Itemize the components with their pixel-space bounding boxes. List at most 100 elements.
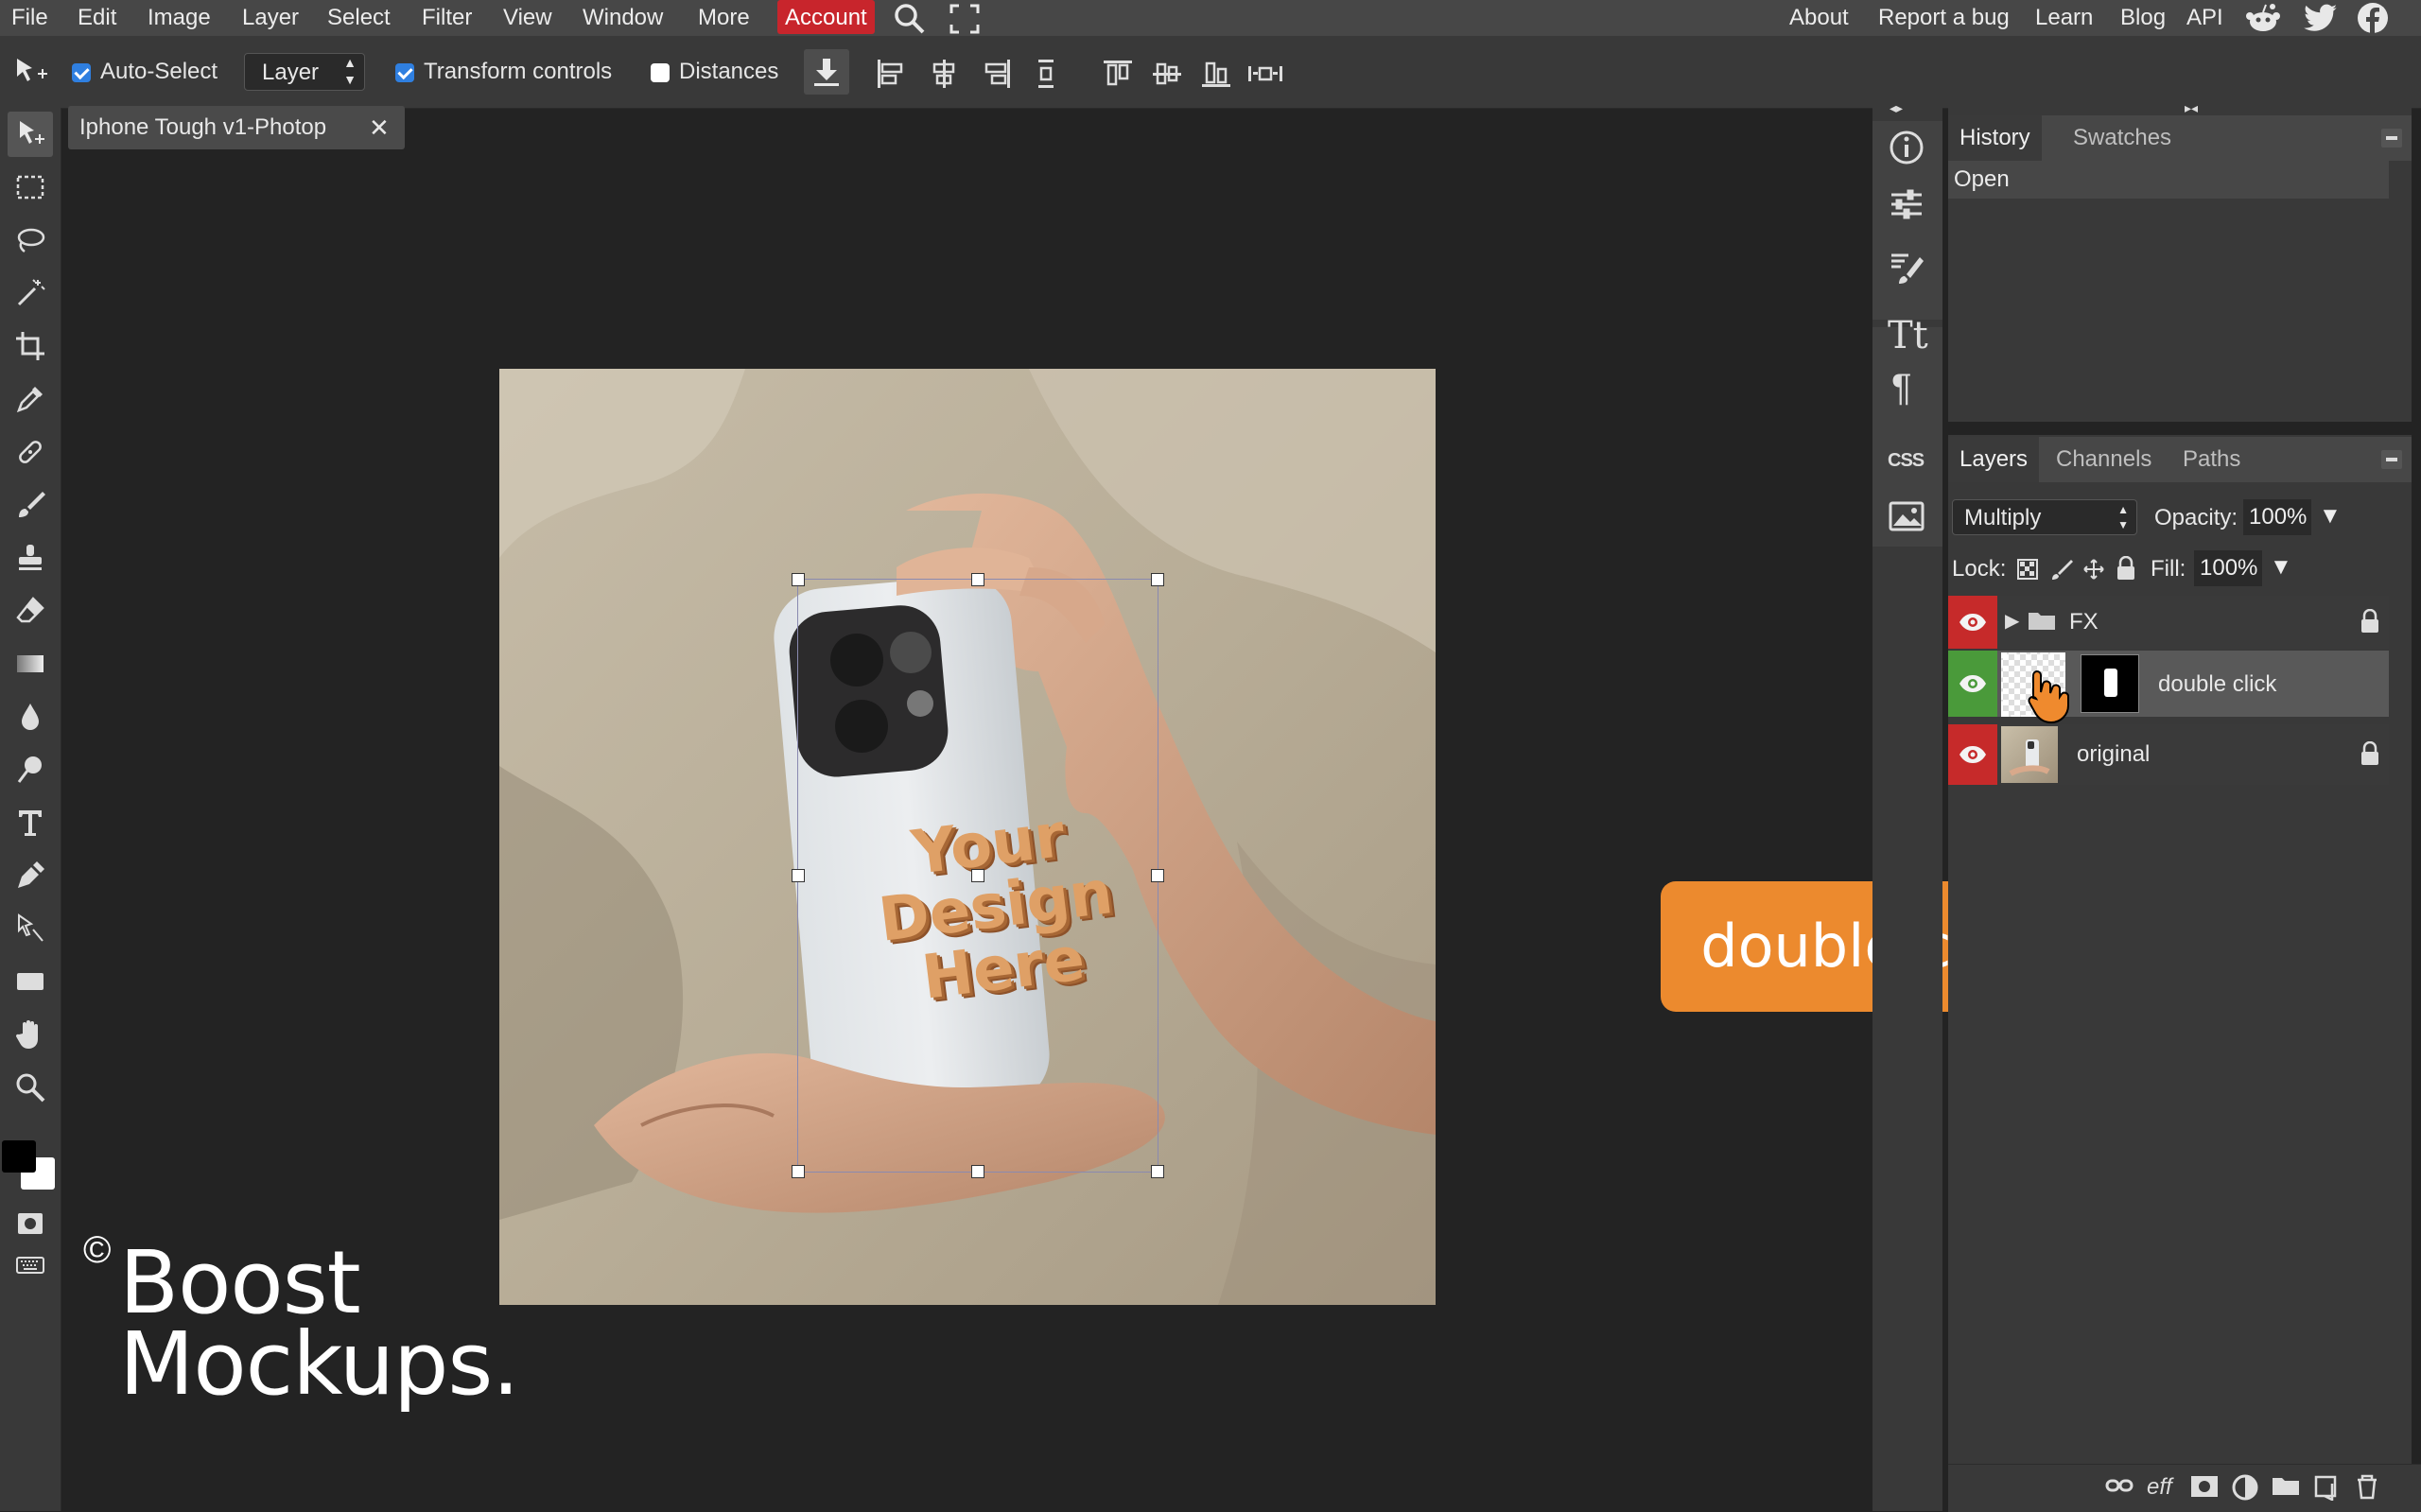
- menu-window[interactable]: Window: [577, 0, 669, 36]
- crop-tool-icon[interactable]: [8, 323, 53, 369]
- blend-mode-select[interactable]: Multiply ▲ ▼: [1952, 499, 2137, 535]
- pen-tool-icon[interactable]: [8, 853, 53, 898]
- facebook-icon[interactable]: [2357, 2, 2389, 34]
- menu-edit[interactable]: Edit: [72, 0, 122, 36]
- color-swatches[interactable]: [2, 1137, 59, 1193]
- menu-filter[interactable]: Filter: [416, 0, 478, 36]
- menu-api[interactable]: API: [2181, 0, 2229, 36]
- auto-select-checkbox[interactable]: Auto-Select: [72, 59, 218, 85]
- menu-more[interactable]: More: [692, 0, 756, 36]
- history-item[interactable]: Open: [1948, 161, 2389, 199]
- tab-paths[interactable]: Paths: [2171, 437, 2252, 482]
- transform-bounding-box[interactable]: [792, 573, 1164, 1178]
- opacity-dropdown-icon[interactable]: ▼: [2319, 503, 2342, 530]
- lock-all-icon[interactable]: [2115, 555, 2137, 585]
- info-icon[interactable]: [1888, 129, 1925, 171]
- document-canvas[interactable]: Your Design Here: [499, 369, 1436, 1305]
- quick-mask-icon[interactable]: [8, 1201, 53, 1246]
- character-icon[interactable]: Tt: [1888, 314, 1928, 357]
- align-middle-icon[interactable]: [1150, 57, 1184, 96]
- opacity-input[interactable]: 100%: [2243, 499, 2311, 535]
- menu-report-bug[interactable]: Report a bug: [1872, 0, 2015, 36]
- distribute-vertical-icon[interactable]: [1029, 57, 1063, 96]
- menu-file[interactable]: File: [6, 0, 54, 36]
- document-tab[interactable]: Iphone Tough v1-Photop ✕: [68, 106, 405, 149]
- delete-layer-icon[interactable]: [2353, 1472, 2381, 1505]
- zoom-tool-icon[interactable]: [8, 1065, 53, 1110]
- lock-position-icon[interactable]: [2082, 558, 2105, 585]
- tab-history[interactable]: History: [1948, 115, 2042, 161]
- distances-checkbox[interactable]: Distances: [651, 59, 778, 85]
- menu-select[interactable]: Select: [322, 0, 396, 36]
- fill-dropdown-icon[interactable]: ▼: [2270, 554, 2292, 581]
- menu-image[interactable]: Image: [142, 0, 217, 36]
- menu-about[interactable]: About: [1784, 0, 1855, 36]
- transform-handle[interactable]: [1151, 869, 1164, 882]
- add-mask-icon[interactable]: [2190, 1474, 2219, 1503]
- align-bottom-icon[interactable]: [1199, 57, 1233, 96]
- transform-handle[interactable]: [792, 1165, 805, 1178]
- twitter-icon[interactable]: [2304, 4, 2338, 32]
- lock-pixels-icon[interactable]: [2050, 558, 2073, 585]
- tab-swatches[interactable]: Swatches: [2062, 115, 2183, 161]
- distribute-horizontal-icon[interactable]: [1246, 57, 1284, 96]
- transform-handle[interactable]: [792, 573, 805, 586]
- align-center-h-icon[interactable]: [927, 57, 961, 96]
- paragraph-icon[interactable]: ¶: [1891, 367, 1911, 409]
- menu-blog[interactable]: Blog: [2115, 0, 2171, 36]
- blur-tool-icon[interactable]: [8, 694, 53, 739]
- transform-handle[interactable]: [971, 1165, 984, 1178]
- collapse-arrows-icon[interactable]: ◂▸: [1890, 100, 1903, 116]
- magic-wand-tool-icon[interactable]: [8, 270, 53, 316]
- panel-menu-icon[interactable]: [2381, 129, 2402, 148]
- layer-visibility-toggle[interactable]: [1948, 596, 1997, 649]
- path-select-tool-icon[interactable]: [8, 906, 53, 951]
- rectangle-tool-icon[interactable]: [8, 959, 53, 1004]
- hand-tool-icon[interactable]: [8, 1012, 53, 1057]
- search-icon[interactable]: [893, 2, 927, 36]
- stamp-tool-icon[interactable]: [8, 535, 53, 581]
- eraser-tool-icon[interactable]: [8, 588, 53, 634]
- foreground-color-swatch[interactable]: [2, 1140, 36, 1173]
- transform-handle[interactable]: [1151, 1165, 1164, 1178]
- marquee-tool-icon[interactable]: [8, 165, 53, 210]
- eyedropper-tool-icon[interactable]: [8, 376, 53, 422]
- close-icon[interactable]: ✕: [369, 106, 390, 149]
- panel-menu-icon[interactable]: [2381, 450, 2402, 469]
- transform-handle[interactable]: [1151, 573, 1164, 586]
- layer-row-double-click[interactable]: double click: [1948, 651, 2389, 724]
- layer-row-original[interactable]: original: [1948, 724, 2389, 785]
- adjustments-icon[interactable]: [1888, 185, 1925, 228]
- link-icon[interactable]: [2105, 1476, 2134, 1500]
- align-top-icon[interactable]: [1101, 57, 1135, 96]
- fullscreen-icon[interactable]: [949, 4, 980, 34]
- fill-input[interactable]: 100%: [2194, 550, 2262, 586]
- menu-layer[interactable]: Layer: [236, 0, 305, 36]
- gradient-tool-icon[interactable]: [8, 641, 53, 686]
- tab-channels[interactable]: Channels: [2045, 437, 2163, 482]
- brush-tool-icon[interactable]: [8, 482, 53, 528]
- align-left-icon[interactable]: [874, 57, 908, 96]
- lock-transparency-icon[interactable]: [2016, 558, 2039, 585]
- tab-layers[interactable]: Layers: [1948, 437, 2040, 482]
- collapse-panel-icon[interactable]: ▸◂: [2185, 100, 2198, 116]
- effects-icon[interactable]: eff: [2147, 1474, 2172, 1501]
- layer-visibility-toggle[interactable]: [1948, 724, 1997, 785]
- css-icon[interactable]: CSS: [1888, 450, 1925, 472]
- reddit-icon[interactable]: [2245, 2, 2281, 34]
- image-icon[interactable]: [1888, 497, 1925, 540]
- expand-group-icon[interactable]: ▶: [2005, 609, 2019, 633]
- keyboard-icon[interactable]: [8, 1243, 53, 1288]
- transform-handle[interactable]: [971, 573, 984, 586]
- original-layer-thumbnail[interactable]: [2001, 726, 2058, 783]
- layer-visibility-toggle[interactable]: [1948, 651, 1997, 717]
- transform-handle[interactable]: [792, 869, 805, 882]
- adjustment-layer-icon[interactable]: [2232, 1474, 2258, 1505]
- new-group-icon[interactable]: [2272, 1474, 2300, 1502]
- menu-account[interactable]: Account: [777, 0, 875, 34]
- move-tool-icon[interactable]: [13, 57, 49, 91]
- layer-mask-thumbnail[interactable]: [2081, 654, 2139, 713]
- menu-view[interactable]: View: [497, 0, 558, 36]
- healing-tool-icon[interactable]: [8, 429, 53, 475]
- lasso-tool-icon[interactable]: [8, 217, 53, 263]
